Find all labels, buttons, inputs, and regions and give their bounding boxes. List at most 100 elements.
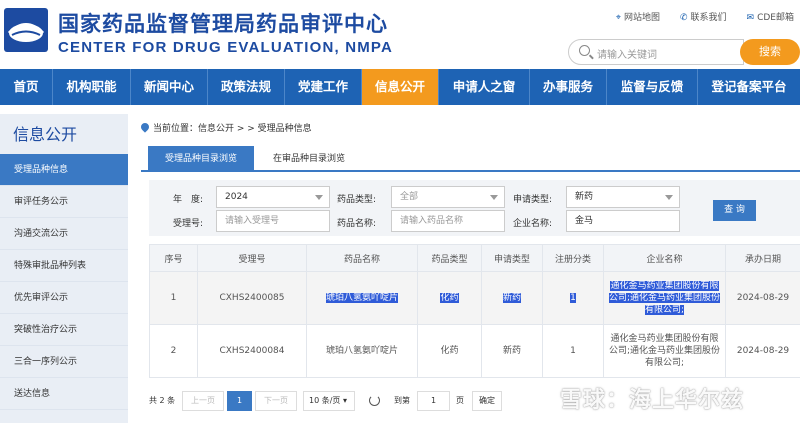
cde-logo-icon [4, 8, 48, 52]
breadcrumb: 当前位置：信息公开 > > 受理品种信息 [139, 121, 312, 134]
selected-text: 通化金马药业集团股份有限公司;通化金马药业集团股份有限公司; [608, 281, 721, 315]
site-header: 国家药品监督管理局药品审评中心 CENTER FOR DRUG EVALUATI… [0, 0, 800, 69]
col-no: 序号 [149, 244, 198, 272]
pagination: 共 2 条 上一页 1 下一页 10 条/页 ▾ 到第 1 页 确定 [149, 391, 509, 411]
selected-text: 1 [570, 293, 576, 303]
nav-news[interactable]: 新闻中心 [131, 69, 208, 105]
nav-institution[interactable]: 机构职能 [53, 69, 131, 105]
table-row[interactable]: 2 CXHS2400084 琥珀八氢氨吖啶片 化药 新药 1 通化金马药业集团股… [149, 324, 800, 378]
cell-category: 1 [542, 324, 604, 378]
cell-category: 1 [542, 271, 604, 325]
cell-drug-name: 琥珀八氢氨吖啶片 [306, 324, 418, 378]
sidebar-item-special-approval[interactable]: 特殊审批品种列表 [0, 250, 128, 282]
chevron-down-icon: ▾ [342, 396, 347, 405]
cell-drug-name: 琥珀八氢氨吖啶片 [306, 271, 418, 325]
year-select[interactable]: 2024 [216, 186, 330, 208]
drug-type-select[interactable]: 全部 [391, 186, 505, 208]
mail-link[interactable]: ✉ CDE邮箱 [747, 10, 794, 23]
drug-type-label: 药品类型: [337, 195, 377, 205]
cell-accept-no: CXHS2400084 [197, 324, 307, 378]
cell-company: 通化金马药业集团股份有限公司;通化金马药业集团股份有限公司; [603, 271, 726, 325]
col-company: 企业名称 [603, 244, 726, 272]
selected-text: 新药 [502, 293, 521, 303]
col-category: 注册分类 [542, 244, 604, 272]
prev-page-button[interactable]: 上一页 [182, 391, 224, 411]
drug-name-label: 药品名称: [337, 219, 377, 229]
site-title-en: CENTER FOR DRUG EVALUATION, NMPA [58, 39, 394, 56]
apply-type-label: 申请类型: [513, 195, 553, 205]
search-button[interactable]: 搜索 [740, 39, 800, 65]
col-drug-name: 药品名称 [306, 244, 418, 272]
chevron-down-icon [490, 195, 498, 200]
sitemap-link[interactable]: ⌖ 网站地图 [616, 10, 660, 23]
cell-no: 2 [149, 324, 198, 378]
cell-date: 2024-08-29 [725, 324, 800, 378]
accept-no-input[interactable]: 请输入受理号 [216, 210, 330, 232]
goto-label: 到第 [394, 396, 410, 405]
watermark: 雪球：海上华尔兹 [560, 388, 745, 413]
page: 国家药品监督管理局药品审评中心 CENTER FOR DRUG EVALUATI… [0, 0, 800, 423]
search-icon [579, 45, 590, 56]
table-row[interactable]: 1 CXHS2400085 琥珀八氢氨吖啶片 化药 新药 1 通化金马药业集团股… [149, 271, 800, 325]
accept-no-label: 受理号: [173, 219, 204, 229]
nav-services[interactable]: 办事服务 [530, 69, 607, 105]
sidebar-item-priority-review[interactable]: 优先审评公示 [0, 282, 128, 314]
sidebar-item-three-in-one[interactable]: 三合一序列公示 [0, 346, 128, 378]
cell-company: 通化金马药业集团股份有限公司;通化金马药业集团股份有限公司; [603, 324, 726, 378]
sidebar-title: 信息公开 [13, 125, 78, 144]
tab-bar: 受理品种目录浏览 在审品种目录浏览 [141, 146, 800, 172]
results-table: 序号 受理号 药品名称 药品类型 申请类型 注册分类 企业名称 承办日期 1 C… [149, 244, 800, 378]
total-count: 共 2 条 [149, 396, 176, 405]
sidebar-item-accepted-varieties[interactable]: 受理品种信息 [0, 154, 128, 186]
col-apply-type: 申请类型 [481, 244, 543, 272]
main-nav: 首页 机构职能 新闻中心 政策法规 党建工作 信息公开 申请人之窗 办事服务 监… [0, 69, 800, 105]
cell-apply-type: 新药 [481, 324, 543, 378]
cell-date: 2024-08-29 [725, 271, 800, 325]
year-label: 年 度: [173, 195, 204, 205]
next-page-button[interactable]: 下一页 [255, 391, 297, 411]
contact-link[interactable]: ✆ 联系我们 [680, 10, 727, 23]
nav-party[interactable]: 党建工作 [285, 69, 362, 105]
tab-under-review-list[interactable]: 在审品种目录浏览 [254, 146, 364, 172]
nav-applicant[interactable]: 申请人之窗 [439, 69, 530, 105]
page-1-button[interactable]: 1 [227, 391, 252, 411]
sidebar-item-delivery[interactable]: 送达信息 [0, 378, 128, 410]
cell-drug-type: 化药 [417, 324, 482, 378]
tab-accepted-list[interactable]: 受理品种目录浏览 [148, 146, 254, 172]
location-pin-icon: ⌖ [615, 13, 621, 23]
col-accept-no: 受理号 [197, 244, 307, 272]
query-button[interactable]: 查 询 [713, 200, 756, 221]
search-input[interactable]: 请输入关键词 [568, 39, 744, 65]
nav-registration[interactable]: 登记备案平台 [698, 69, 800, 105]
col-date: 承办日期 [725, 244, 800, 272]
selected-text: 琥珀八氢氨吖啶片 [325, 293, 398, 303]
apply-type-select[interactable]: 新药 [566, 186, 680, 208]
goto-page-input[interactable]: 1 [417, 391, 450, 411]
selected-text: 化药 [440, 293, 459, 303]
company-input[interactable]: 金马 [566, 210, 680, 232]
cell-accept-no: CXHS2400085 [197, 271, 307, 325]
chevron-down-icon [315, 195, 323, 200]
nav-home[interactable]: 首页 [0, 69, 53, 105]
sidebar-item-breakthrough[interactable]: 突破性治疗公示 [0, 314, 128, 346]
mail-icon: ✉ [746, 13, 755, 23]
page-unit-label: 页 [456, 396, 464, 405]
nav-policy[interactable]: 政策法规 [208, 69, 285, 105]
sidebar: 信息公开 受理品种信息 审评任务公示 沟通交流公示 特殊审批品种列表 优先审评公… [0, 114, 128, 423]
table-header-row: 序号 受理号 药品名称 药品类型 申请类型 注册分类 企业名称 承办日期 [149, 244, 800, 272]
site-title-cn: 国家药品监督管理局药品审评中心 [58, 12, 388, 36]
confirm-button[interactable]: 确定 [472, 391, 502, 411]
company-label: 企业名称: [513, 219, 553, 229]
cell-apply-type: 新药 [481, 271, 543, 325]
drug-name-input[interactable]: 请输入药品名称 [391, 210, 505, 232]
col-drug-type: 药品类型 [417, 244, 482, 272]
sidebar-item-review-tasks[interactable]: 审评任务公示 [0, 186, 128, 218]
page-size-select[interactable]: 10 条/页 ▾ [303, 391, 355, 411]
refresh-icon[interactable] [369, 395, 380, 406]
top-links: ⌖ 网站地图 ✆ 联系我们 ✉ CDE邮箱 [616, 10, 794, 23]
phone-icon: ✆ [679, 13, 688, 23]
nav-supervision[interactable]: 监督与反馈 [607, 69, 698, 105]
sidebar-item-communication[interactable]: 沟通交流公示 [0, 218, 128, 250]
location-pin-icon [139, 121, 151, 133]
nav-info-public[interactable]: 信息公开 [362, 69, 439, 105]
